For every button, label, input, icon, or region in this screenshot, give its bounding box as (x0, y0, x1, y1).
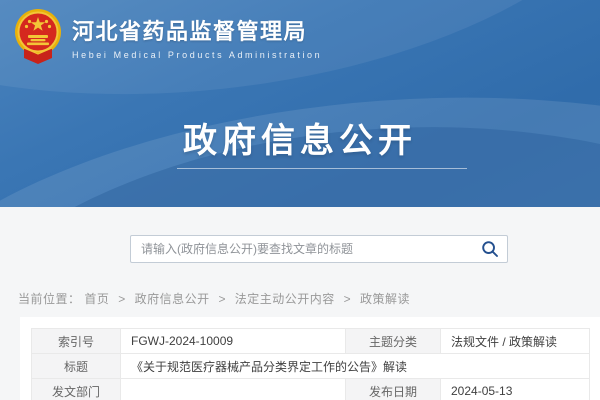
site-subtitle: Hebei Medical Products Administration (72, 50, 322, 60)
document-meta-table: 索引号 FGWJ-2024-10009 主题分类 法规文件 / 政策解读 标题 … (31, 328, 590, 400)
search-input[interactable] (131, 242, 473, 256)
breadcrumb-item-gov-info[interactable]: 政府信息公开 (135, 292, 210, 306)
publish-date-value: 2024-05-13 (441, 379, 590, 400)
site-title: 河北省药品监督管理局 (72, 18, 322, 46)
banner-underline (177, 168, 467, 169)
issuing-dept-label: 发文部门 (32, 379, 121, 400)
breadcrumb-separator: > (118, 292, 126, 306)
blue-banner: 河北省药品监督管理局 Hebei Medical Products Admini… (0, 0, 600, 207)
page: 河北省药品监督管理局 Hebei Medical Products Admini… (0, 0, 600, 400)
subject-category-value: 法规文件 / 政策解读 (441, 329, 590, 354)
site-logo[interactable]: 河北省药品监督管理局 Hebei Medical Products Admini… (14, 8, 322, 64)
breadcrumb: 当前位置： 首页 > 政府信息公开 > 法定主动公开内容 > 政策解读 (18, 290, 410, 307)
breadcrumb-separator: > (344, 292, 352, 306)
publish-date-label: 发布日期 (346, 379, 441, 400)
breadcrumb-item-disclosure[interactable]: 法定主动公开内容 (235, 292, 335, 306)
national-emblem-icon (14, 8, 62, 64)
table-row: 标题 《关于规范医疗器械产品分类界定工作的公告》解读 (32, 354, 590, 379)
title-label: 标题 (32, 354, 121, 379)
site-title-block: 河北省药品监督管理局 Hebei Medical Products Admini… (72, 8, 322, 60)
breadcrumb-item-policy[interactable]: 政策解读 (360, 292, 410, 306)
table-row: 发文部门 发布日期 2024-05-13 (32, 379, 590, 400)
table-row: 索引号 FGWJ-2024-10009 主题分类 法规文件 / 政策解读 (32, 329, 590, 354)
content-card: 索引号 FGWJ-2024-10009 主题分类 法规文件 / 政策解读 标题 … (20, 317, 600, 400)
subject-category-label: 主题分类 (346, 329, 441, 354)
breadcrumb-separator: > (218, 292, 226, 306)
title-value: 《关于规范医疗器械产品分类界定工作的公告》解读 (121, 354, 590, 379)
search-box (130, 235, 508, 263)
page-title: 政府信息公开 (0, 113, 600, 162)
index-number-label: 索引号 (32, 329, 121, 354)
index-number-value: FGWJ-2024-10009 (121, 329, 346, 354)
search-button[interactable] (473, 236, 507, 262)
issuing-dept-value (121, 379, 346, 400)
breadcrumb-label: 当前位置： (18, 292, 81, 306)
breadcrumb-item-home[interactable]: 首页 (84, 292, 109, 306)
search-icon (481, 240, 499, 258)
